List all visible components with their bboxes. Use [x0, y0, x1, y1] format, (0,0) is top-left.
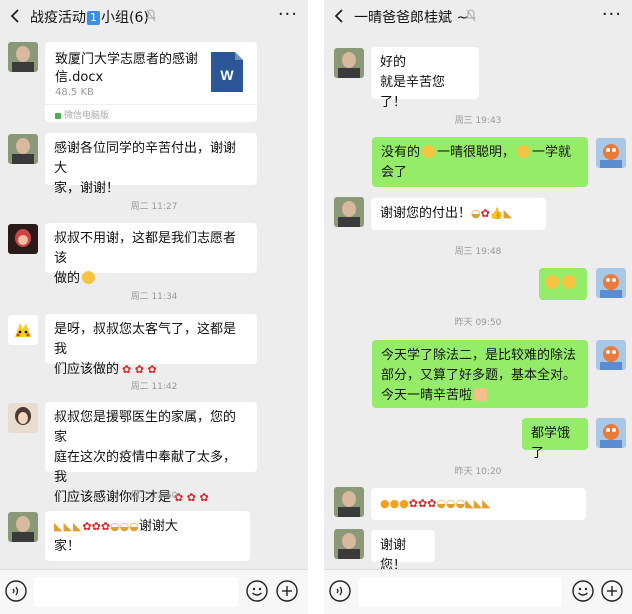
- avatar[interactable]: [334, 197, 364, 227]
- avatar[interactable]: [8, 224, 38, 254]
- file-source: 微信电脑版: [55, 108, 109, 121]
- avatar[interactable]: [8, 134, 38, 164]
- avatar[interactable]: [8, 42, 38, 72]
- avatar[interactable]: [334, 48, 364, 78]
- avatar[interactable]: [8, 403, 38, 433]
- timestamp: 周二 11:34: [130, 292, 178, 302]
- more-icon[interactable]: ···: [278, 4, 298, 25]
- smile-emoji-icon: [545, 275, 559, 289]
- timestamp: 周三 19:48: [454, 247, 502, 257]
- left-title-suffix: 小组(6): [101, 10, 149, 26]
- my-message-bubble[interactable]: 今天学了除法二，是比较难的除法 部分，又算了好多题，基本全对。 今天一晴辛苦啦: [372, 340, 588, 408]
- timestamp: 周二 11:50: [130, 491, 178, 501]
- message-bubble[interactable]: 好的 就是辛苦您了！: [371, 47, 479, 110]
- my-avatar[interactable]: [596, 418, 626, 448]
- left-chat-panel: 战疫活动 1 小组(6) ··· 致厦门大学志愿者的感谢 信.docx 48.5 K…: [0, 0, 308, 614]
- avatar[interactable]: [8, 512, 38, 542]
- message-bubble[interactable]: ◣◣◣✿✿✿◒◒◒谢谢大 家！: [45, 511, 250, 561]
- my-avatar[interactable]: [596, 138, 626, 168]
- right-input-bar: [324, 569, 632, 614]
- message-bubble[interactable]: 感谢各位同学的辛苦付出，谢谢大 家，谢谢！: [45, 133, 257, 196]
- message-input[interactable]: [34, 577, 238, 607]
- left-chat-title: 战疫活动 1 小组(6): [30, 7, 149, 27]
- voice-icon[interactable]: [5, 580, 27, 602]
- svg-text:W: W: [220, 67, 234, 83]
- back-icon[interactable]: [6, 6, 26, 26]
- back-icon[interactable]: [330, 6, 350, 26]
- rose-emoji-icon: ✿ ✿ ✿: [122, 363, 157, 376]
- my-message-bubble[interactable]: 没有的 一晴很聪明， 一学就 会了: [372, 137, 588, 187]
- timestamp: 周二 11:27: [130, 202, 178, 212]
- timestamp: 周二 11:42: [130, 382, 178, 392]
- message-bubble[interactable]: ●●●✿✿✿◒◒◒◣◣◣: [371, 488, 586, 520]
- panel-divider: [308, 0, 324, 614]
- clap-emoji-icon: [474, 388, 488, 401]
- emoji-icon[interactable]: [246, 580, 268, 602]
- smile-emoji-icon: [422, 145, 436, 158]
- file-size: 48.5 KB: [55, 87, 94, 98]
- grin-emoji-icon: [517, 145, 531, 158]
- word-document-icon: W: [211, 52, 243, 92]
- avatar[interactable]: [8, 315, 38, 345]
- more-icon[interactable]: ···: [602, 4, 622, 25]
- my-message-bubble[interactable]: [539, 268, 587, 300]
- timestamp: 昨天 09:50: [454, 318, 502, 328]
- message-input[interactable]: [358, 577, 562, 607]
- pc-icon: [55, 112, 61, 119]
- my-avatar[interactable]: [596, 340, 626, 370]
- emoji-sequence: ◒: [471, 207, 481, 220]
- file-name: 致厦门大学志愿者的感谢 信.docx: [55, 52, 199, 85]
- avatar[interactable]: [334, 529, 364, 559]
- timestamp: 昨天 10:20: [454, 467, 502, 477]
- message-bubble[interactable]: 谢谢您的付出！◒✿👍◣: [371, 198, 546, 230]
- file-message[interactable]: 致厦门大学志愿者的感谢 信.docx 48.5 KB 微信电脑版 W: [45, 42, 257, 122]
- smile-emoji-icon: [562, 275, 576, 289]
- message-bubble[interactable]: 叔叔您是援鄂医生的家属，您的家 庭在这次的疫情中奉献了太多，我 们应该感谢你们才…: [45, 402, 257, 505]
- right-top-bar: 一晴爸爸郎桂斌 ~ ···: [324, 0, 632, 33]
- plus-icon[interactable]: [601, 580, 623, 602]
- title-badge: 1: [87, 11, 100, 25]
- left-input-bar: [0, 569, 308, 614]
- message-bubble[interactable]: 是呀，叔叔您太客气了，这都是我 们应该做的 ✿ ✿ ✿: [45, 314, 257, 377]
- my-message-bubble[interactable]: 都学饿了: [522, 418, 588, 461]
- emoji-sequence: ◣◣◣: [54, 520, 83, 533]
- message-bubble[interactable]: 叔叔不用谢，这都是我们志愿者该 做的: [45, 223, 257, 286]
- smile-emoji-icon: [82, 271, 96, 284]
- mute-icon: [466, 9, 476, 22]
- right-chat-title: 一晴爸爸郎桂斌 ~: [354, 10, 469, 26]
- left-top-bar: 战疫活动 1 小组(6) ···: [0, 0, 308, 33]
- plus-icon[interactable]: [276, 580, 298, 602]
- right-chat-panel: 一晴爸爸郎桂斌 ~ ··· 好的 就是辛苦您了！ 周三 19:43 没有的 一晴很聪…: [324, 0, 632, 614]
- emoji-icon[interactable]: [572, 580, 594, 602]
- my-avatar[interactable]: [596, 268, 626, 298]
- avatar[interactable]: [334, 487, 364, 517]
- voice-icon[interactable]: [329, 580, 351, 602]
- mute-icon: [146, 9, 156, 22]
- left-title-text: 战疫活动: [30, 10, 86, 26]
- emoji-sequence: ●●●: [380, 497, 409, 510]
- message-bubble[interactable]: 谢谢您！: [371, 530, 435, 573]
- timestamp: 周三 19:43: [454, 116, 502, 126]
